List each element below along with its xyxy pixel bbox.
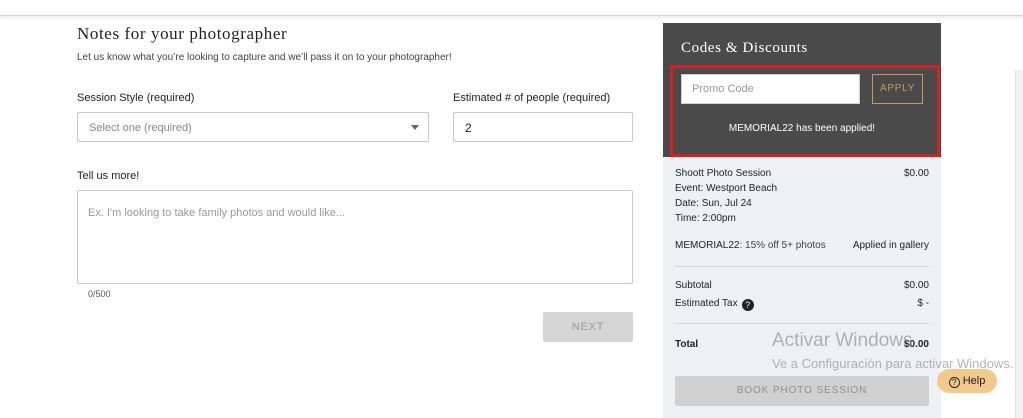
session-price: $0.00 [903,168,929,179]
top-bar [0,0,1023,16]
question-circle-icon: ? [948,377,960,388]
chevron-down-icon [411,125,419,130]
session-line: Shoott Photo Session $0.00 [675,168,929,179]
tell-us-more-label: Tell us more! [77,170,140,182]
character-counter: 0/500 [88,289,111,299]
highlight-box [670,65,940,157]
help-label: Help [962,375,986,387]
event-line: Event: Westport Beach [675,183,929,194]
discount-code: MEMORIAL22 [675,240,740,251]
windows-activation-watermark: Activar Windows [772,330,913,351]
people-label: Estimated # of people (required) [453,92,611,104]
next-button[interactable]: NEXT [543,312,633,342]
discount-line: MEMORIAL22: 15% off 5+ photos Applied in… [675,240,929,251]
notes-placeholder: Ex. I'm looking to take family photos an… [88,207,346,219]
discount-description: : 15% off 5+ photos [739,240,826,251]
time-label: Time: [675,213,700,224]
tax-value: $ - [917,298,929,309]
book-photo-session-button[interactable]: BOOK PHOTO SESSION [675,376,929,406]
subtotal-value: $0.00 [903,280,929,291]
session-style-select[interactable]: Select one (required) [77,112,429,142]
codes-title: Codes & Discounts [681,40,808,56]
form-title: Notes for your photographer [77,24,288,43]
people-count-value: 2 [465,121,472,135]
session-name: Shoott Photo Session [675,168,772,179]
divider [675,266,929,267]
divider [675,323,929,324]
event-value: Westport Beach [706,183,778,194]
date-line: Date: Sun, Jul 24 [675,198,929,209]
notes-textarea[interactable]: Ex. I'm looking to take family photos an… [77,190,633,284]
help-button[interactable]: ? Help [937,369,997,393]
time-line: Time: 2:00pm [675,213,929,224]
date-label: Date: [675,198,699,209]
people-count-input[interactable]: 2 [453,112,633,142]
tax-label: Estimated Tax [675,298,738,309]
time-value: 2:00pm [702,213,736,224]
session-style-placeholder: Select one (required) [89,122,192,134]
date-value: Sun, Jul 24 [701,198,752,209]
question-circle-icon[interactable]: ? [741,299,754,311]
discount-status: Applied in gallery [852,240,929,251]
subtotal-label: Subtotal [675,280,712,291]
total-label: Total [675,339,699,350]
codes-discounts-section: Codes & Discounts Promo Code APPLY MEMOR… [663,23,941,157]
session-style-label: Session Style (required) [77,92,195,104]
subtotal-line: Subtotal $0.00 [675,280,929,291]
tax-line: Estimated Tax? $ - [675,298,929,311]
event-label: Event: [675,183,704,194]
form-subtitle: Let us know what you’re looking to captu… [77,52,452,63]
scrollbar[interactable] [1015,70,1023,418]
photographer-notes-form: Notes for your photographer Let us know … [77,24,637,342]
